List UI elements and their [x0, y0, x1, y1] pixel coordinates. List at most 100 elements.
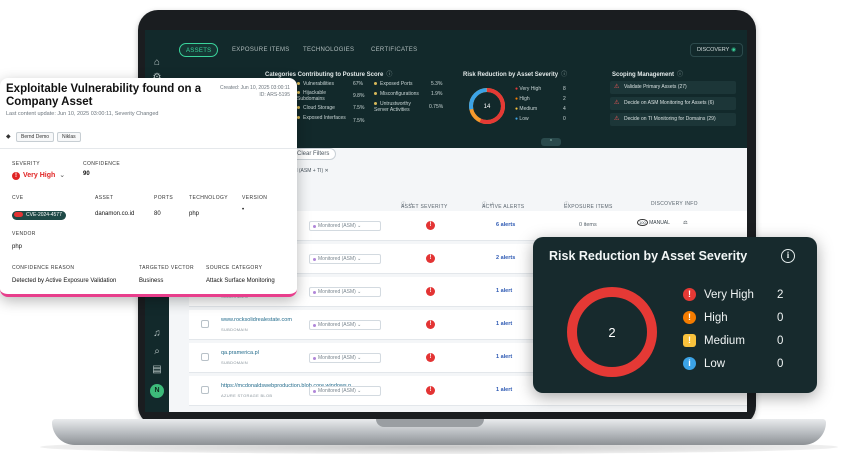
scoping-item[interactable]: ⚠ Decide on ASM Monitoring for Assets (6) [610, 97, 736, 110]
home-icon[interactable]: ⌂ [151, 57, 163, 69]
ports-label: PORTS [154, 195, 174, 201]
category-value: 0.75% [429, 104, 444, 110]
legend-label: Low [704, 358, 726, 370]
discovery-button[interactable]: DISCOVERY ◉ [690, 43, 744, 57]
created-meta: Created: Jun 10, 2025 03:00:11 ID: ARS-5… [190, 85, 290, 99]
scoping-item[interactable]: ⚠ Validate Primary Assets (27) [610, 81, 736, 94]
alert-icon: ! [12, 172, 20, 180]
severity-alert-icon: ! [426, 287, 435, 296]
info-icon[interactable]: i [781, 249, 795, 263]
legend-label: High [704, 312, 728, 324]
row-alerts[interactable]: 2 alerts [496, 255, 515, 261]
scoping-item[interactable]: ⚠ Decide on TI Monitoring for Domains (29… [610, 113, 736, 126]
row-alerts[interactable]: 1 alert [496, 321, 512, 327]
severity-value: Very High [23, 172, 56, 179]
category-item: Untrustworthy Server Activities [374, 101, 426, 113]
row-domain[interactable]: www.rocksolidrealestate.com [221, 317, 292, 323]
targeted-vector-value: Business [139, 278, 164, 284]
scoping-title-text: Scoping Management [612, 72, 675, 78]
monitor-select[interactable]: Monitored (ASM) ⌄ [309, 353, 381, 363]
row-alerts[interactable]: 1 alert [496, 354, 512, 360]
legend-value: 0 [777, 335, 784, 347]
col-asset-severity[interactable]: ASSET SEVERITY ⓘ ↓¹ [401, 201, 447, 210]
vendor-label: VENDOR [12, 231, 36, 237]
col-exposure-items[interactable]: EXPOSURE ITEMS ⓘ [564, 201, 612, 210]
mini-legend-label: Very High [519, 86, 542, 92]
info-icon[interactable]: ⓘ [561, 72, 567, 78]
confidence-reason-value: Detected by Active Exposure Validation [12, 278, 117, 284]
warning-square-icon: ! [683, 334, 696, 347]
mini-risk-donut: 14 [469, 88, 505, 124]
bell-icon[interactable]: ♫ [151, 328, 163, 340]
row-type: AZURE STORAGE BLOB [221, 393, 273, 398]
tag-icon: ◆ [6, 134, 11, 140]
row-discovery: 100 MANUAL ⚖ [637, 219, 688, 226]
cve-value: CVE-2024-4577 [26, 212, 62, 218]
monitor-select[interactable]: Monitored (ASM) ⌄ [309, 386, 381, 396]
mini-legend-label: High [519, 96, 530, 102]
monitor-select[interactable]: Monitored (ASM) ⌄ [309, 254, 381, 264]
version-value: • [242, 207, 245, 213]
row-checkbox[interactable] [201, 386, 209, 394]
tab-exposure-items[interactable]: EXPOSURE ITEMS [232, 43, 290, 57]
tab-technologies[interactable]: TECHNOLOGIES [303, 43, 354, 57]
vulnerability-card: Exploitable Vulnerability found on a Com… [0, 78, 297, 297]
info-icon[interactable]: ⓘ [386, 72, 392, 78]
search-icon[interactable]: ⌕ [151, 346, 163, 358]
tag-chip[interactable]: Bernd Demo [16, 132, 55, 142]
category-item: Misconfigurations [374, 91, 419, 97]
monitor-select-value: Monitored (ASM) [318, 223, 356, 229]
category-label: Misconfigurations [380, 91, 419, 97]
mini-legend-label: Low [519, 116, 529, 122]
scoping-item-label: Validate Primary Assets (27) [624, 84, 687, 90]
severity-select[interactable]: ! Very High ⌄ [12, 171, 65, 180]
row-alerts[interactable]: 1 alert [496, 387, 512, 393]
close-icon[interactable]: ✕ [325, 168, 329, 174]
tag-chip[interactable]: Niklas [57, 132, 81, 142]
category-item: Hijackable Subdomains [297, 90, 347, 102]
category-label: Untrustworthy Server Activities [374, 101, 411, 113]
alert-id: ID: ARS-5195 [259, 92, 290, 98]
cve-badge[interactable]: CVE-2024-4577 [12, 211, 66, 220]
asset-value[interactable]: danamon.co.id [95, 211, 134, 217]
mini-risk-title-text: Risk Reduction by Asset Severity [463, 72, 559, 78]
alert-icon: ! [683, 288, 696, 301]
alert-shield-icon: ! [683, 311, 696, 324]
row-checkbox[interactable] [201, 353, 209, 361]
legend-value: 0 [777, 358, 784, 370]
row-alerts[interactable]: 6 alerts [496, 222, 515, 228]
row-checkbox[interactable] [201, 320, 209, 328]
asset-label: ASSET [95, 195, 114, 201]
row-alerts[interactable]: 1 alert [496, 288, 512, 294]
category-item: Vulnerabilities [297, 81, 334, 87]
col-discovery-info[interactable]: DISCOVERY INFO [651, 201, 698, 207]
monitor-select[interactable]: Monitored (ASM) ⌄ [309, 221, 381, 231]
version-label: VERSION [242, 195, 268, 201]
row-domain[interactable]: qa.pramerica.pl [221, 350, 259, 356]
warning-icon: ⚠ [614, 100, 620, 106]
monitor-select[interactable]: Monitored (ASM) ⌄ [309, 287, 381, 297]
info-icon[interactable]: ⓘ [677, 72, 683, 78]
collapse-panel-handle[interactable]: ⌃ [541, 138, 561, 146]
row-type: SUBDOMAIN [221, 360, 248, 365]
category-item: Exposed Interfaces [297, 115, 347, 121]
monitor-select[interactable]: Monitored (ASM) ⌄ [309, 320, 381, 330]
source-category-label: SOURCE CATEGORY [206, 265, 263, 271]
document-icon[interactable]: ▤ [151, 364, 163, 376]
legend-value: 2 [777, 289, 784, 301]
avatar[interactable]: N [150, 384, 164, 398]
col-asset-severity-label: ASSET SEVERITY [401, 204, 448, 210]
mini-legend-label: Medium [519, 106, 538, 112]
col-active-alerts[interactable]: ACTIVE ALERTS ⓘ ↓² [482, 201, 524, 210]
warning-icon: ⚠ [614, 116, 620, 122]
category-label: Vulnerabilities [303, 81, 334, 87]
tab-assets[interactable]: ASSETS [179, 43, 219, 57]
category-value: 1.9% [431, 91, 443, 97]
row-exposure: 0 items [579, 222, 597, 228]
tab-certificates[interactable]: CERTIFICATES [371, 43, 417, 57]
mini-legend-item: ● High [515, 96, 530, 102]
mini-legend-value: 2 [563, 96, 566, 102]
scoping-item-label: Decide on ASM Monitoring for Assets (6) [624, 100, 715, 106]
category-value: 7.5% [353, 118, 365, 124]
mini-legend-value: 4 [563, 106, 566, 112]
